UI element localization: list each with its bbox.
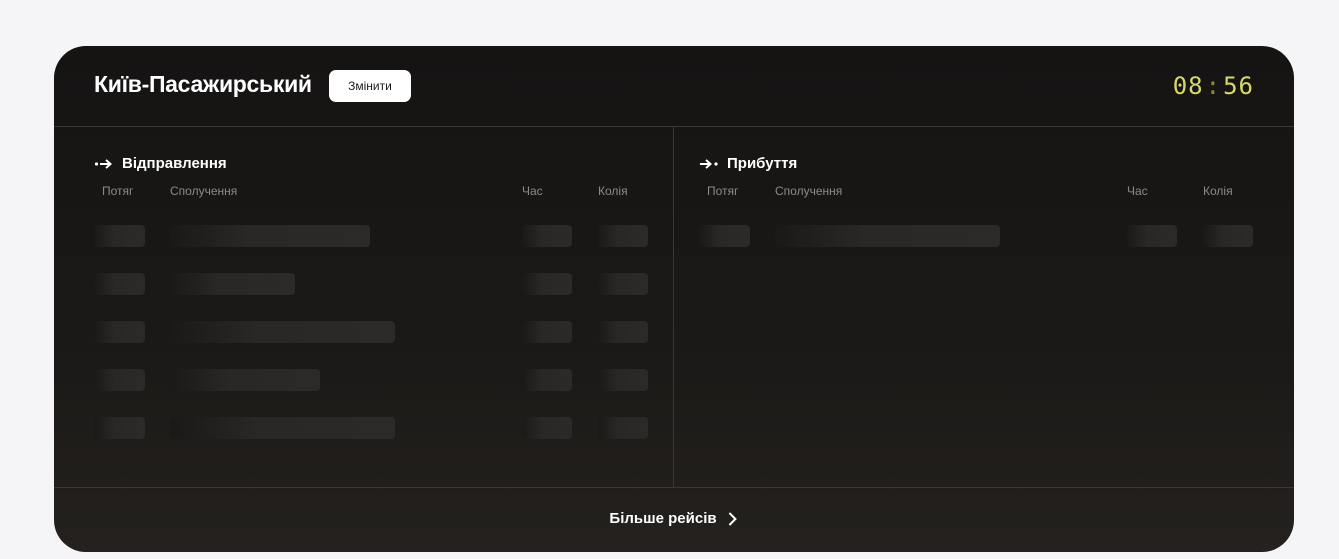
skeleton-time — [522, 273, 572, 295]
clock-minutes: 56 — [1223, 72, 1254, 100]
skeleton-route — [170, 369, 320, 391]
change-station-button[interactable]: Змінити — [329, 70, 411, 102]
skeleton-time — [522, 369, 572, 391]
chevron-right-icon — [728, 511, 738, 526]
departures-heading: Відправлення — [94, 155, 227, 172]
departures-board: Київ-Пасажирський Змінити 08:56 Відправл… — [54, 46, 1294, 552]
station-title: Київ-Пасажирський — [94, 71, 312, 97]
loading-row — [699, 225, 1264, 247]
column-track: Колія — [1203, 184, 1233, 198]
skeleton-train — [94, 321, 145, 343]
loading-row — [94, 321, 659, 343]
skeleton-train — [94, 369, 145, 391]
column-track: Колія — [598, 184, 628, 198]
departures-panel: Відправлення Потяг Сполучення Час Колія — [94, 127, 699, 487]
skeleton-route — [170, 321, 395, 343]
arrivals-heading: Прибуття — [699, 155, 797, 172]
skeleton-route — [775, 225, 1000, 247]
skeleton-route — [170, 273, 295, 295]
skeleton-track — [598, 321, 648, 343]
column-time: Час — [1127, 184, 1148, 198]
skeleton-route — [170, 417, 395, 439]
column-train: Потяг — [707, 184, 739, 198]
skeleton-time — [1127, 225, 1177, 247]
departures-title: Відправлення — [122, 155, 227, 172]
arrivals-panel: Прибуття Потяг Сполучення Час Колія — [699, 127, 1294, 487]
loading-row — [94, 273, 659, 295]
column-time: Час — [522, 184, 543, 198]
skeleton-time — [522, 417, 572, 439]
skeleton-track — [1203, 225, 1253, 247]
column-train: Потяг — [102, 184, 134, 198]
arrivals-title: Прибуття — [727, 155, 798, 172]
skeleton-track — [598, 417, 648, 439]
clock-separator: : — [1205, 72, 1222, 100]
more-trips-link[interactable]: Більше рейсів — [609, 510, 738, 527]
skeleton-train — [94, 417, 145, 439]
more-trips-label: Більше рейсів — [609, 510, 717, 527]
arrival-arrow-icon — [700, 158, 718, 169]
clock-hours: 08 — [1172, 72, 1204, 100]
skeleton-train — [699, 225, 750, 247]
column-route: Сполучення — [170, 184, 238, 198]
panel-divider — [673, 127, 674, 487]
loading-row — [94, 225, 659, 247]
departure-arrow-icon — [94, 158, 113, 169]
skeleton-track — [598, 273, 648, 295]
clock: 08:56 — [1173, 72, 1254, 100]
skeleton-time — [522, 225, 572, 247]
skeleton-route — [170, 225, 370, 247]
loading-row — [94, 369, 659, 391]
loading-row — [94, 417, 659, 439]
skeleton-time — [522, 321, 572, 343]
skeleton-train — [94, 225, 145, 247]
skeleton-track — [598, 369, 648, 391]
board-footer: Більше рейсів — [54, 487, 1294, 552]
board-header: Київ-Пасажирський Змінити 08:56 — [54, 46, 1294, 127]
skeleton-track — [598, 225, 648, 247]
skeleton-train — [94, 273, 145, 295]
column-route: Сполучення — [775, 184, 843, 198]
